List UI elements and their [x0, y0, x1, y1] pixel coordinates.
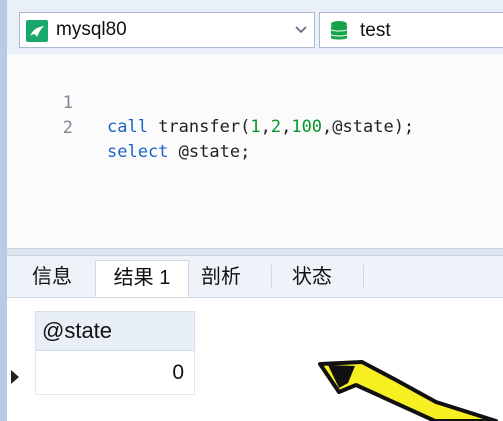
window-left-edge: [0, 0, 7, 421]
keyword-select: select: [107, 142, 169, 162]
connection-label: mysql80: [56, 19, 127, 40]
comma-2: ,: [281, 117, 292, 137]
tab-info[interactable]: 信息: [17, 260, 87, 297]
tab-label: 结果 1: [113, 267, 171, 289]
select-target: @state;: [178, 142, 251, 162]
arrow-annotation: [318, 360, 498, 421]
column-header-state[interactable]: @state: [35, 311, 195, 351]
navicat-query-window: mysql80 test 1 call transfer(1,2,100,@st…: [0, 0, 503, 421]
editor-result-splitter[interactable]: [7, 248, 503, 256]
tab-label: 剖析: [201, 266, 241, 288]
current-row-indicator: [11, 370, 19, 384]
database-label: test: [360, 20, 391, 41]
line-number: 2: [62, 118, 73, 138]
argument-tail: ,@state);: [322, 117, 415, 137]
connection-select[interactable]: mysql80: [19, 12, 315, 48]
argument-3: 100: [291, 117, 323, 137]
code-text: select @state;: [107, 140, 250, 164]
query-toolbar: mysql80 test: [7, 0, 503, 55]
argument-1: 1: [250, 117, 261, 137]
result-tabs: 信息 结果 1 剖析 状态: [7, 256, 503, 298]
tab-result-1[interactable]: 结果 1: [95, 260, 189, 297]
code-line-2: 2 select @state;: [7, 92, 503, 162]
sql-editor[interactable]: 1 call transfer(1,2,100,@state); 2 selec…: [7, 54, 503, 248]
tab-profile[interactable]: 剖析: [191, 260, 251, 297]
result-cell[interactable]: 0: [35, 351, 195, 395]
database-icon: [331, 21, 347, 40]
tab-label: 状态: [292, 266, 332, 288]
tab-label: 信息: [32, 266, 72, 288]
tab-separator: [271, 265, 272, 289]
code-line-1: 1 call transfer(1,2,100,@state);: [7, 67, 503, 137]
comma-1: ,: [260, 117, 271, 137]
code-text: call transfer(1,2,100,@state);: [107, 115, 414, 139]
tab-separator: [363, 265, 364, 289]
column-header-label: @state: [42, 318, 113, 343]
mysql-dolphin-icon: [26, 20, 48, 42]
function-open: transfer(: [158, 117, 251, 137]
keyword-call: call: [107, 117, 148, 137]
database-select[interactable]: test: [319, 12, 503, 48]
tab-status[interactable]: 状态: [277, 260, 347, 297]
argument-2: 2: [270, 117, 282, 137]
cell-value: 0: [172, 361, 184, 384]
chevron-down-icon[interactable]: [294, 22, 308, 36]
